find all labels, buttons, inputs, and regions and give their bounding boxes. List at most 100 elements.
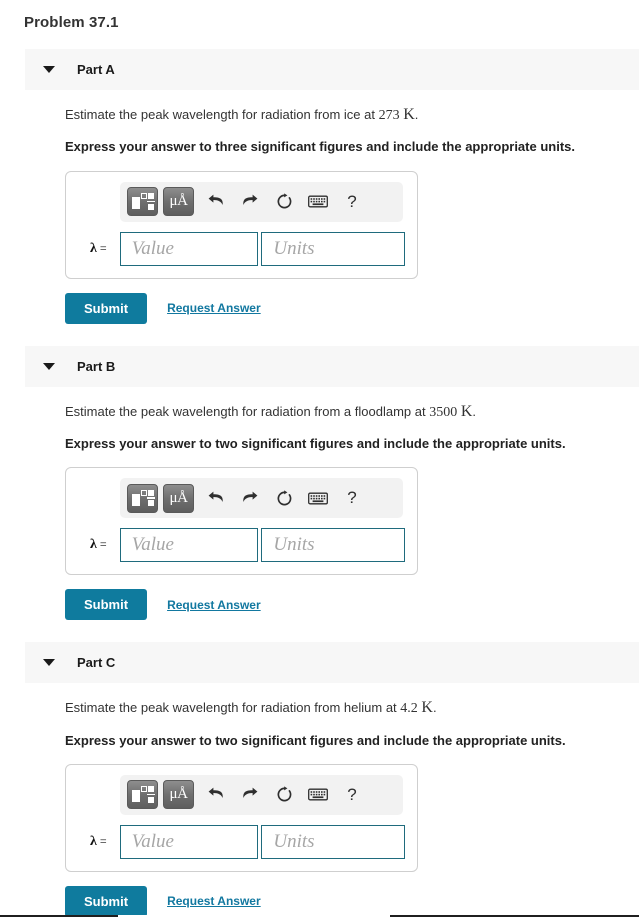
prompt-tail-a: . [414, 107, 419, 122]
reset-button-a[interactable] [267, 193, 301, 210]
answer-box-a: μÅ ? λ = Value Units [65, 170, 418, 279]
micro-angstrom-units-icon: μÅ [169, 193, 188, 210]
undo-button-b[interactable] [199, 491, 233, 506]
request-answer-link-c[interactable]: Request Answer [167, 894, 261, 908]
undo-arrow-icon [208, 491, 223, 502]
submit-row-c: Submit Request Answer [65, 885, 639, 917]
prompt-number-b: 3500 [429, 404, 458, 420]
reset-circular-arrow-icon [277, 786, 291, 802]
undo-arrow-icon [208, 787, 223, 799]
math-template-button-b[interactable] [127, 483, 158, 513]
units-button-a[interactable]: μÅ [163, 187, 194, 217]
units-button-b[interactable]: μÅ [163, 483, 194, 513]
math-toolbar-a: μÅ ? [120, 181, 403, 222]
caret-down-icon[interactable] [43, 659, 55, 667]
math-toolbar-b: μÅ ? [120, 478, 403, 519]
prompt-lead-b: Estimate the peak wavelength for radiati… [65, 403, 430, 419]
page-title: Problem 37.1 [24, 14, 119, 31]
part-instruction-c: Express your answer to two significant f… [65, 732, 566, 748]
part-section-a: Part A Estimate the peak wavelength for … [0, 49, 639, 324]
question-mark-icon: ? [347, 784, 357, 804]
part-prompt-b: Estimate the peak wavelength for radiati… [65, 387, 639, 423]
keyboard-button-c[interactable] [301, 788, 335, 801]
math-template-icon [132, 193, 155, 210]
submit-button-a[interactable]: Submit [65, 292, 148, 324]
part-body-a: Estimate the peak wavelength for radiati… [0, 90, 639, 324]
redo-button-b[interactable] [233, 491, 267, 506]
reset-button-b[interactable] [267, 490, 301, 507]
problem-page: Problem 37.1 Part A Estimate the peak wa… [0, 0, 639, 917]
page-bottom-edge [0, 914, 639, 917]
units-input-c[interactable]: Units [261, 824, 405, 859]
keyboard-button-a[interactable] [301, 195, 335, 208]
redo-arrow-icon [242, 194, 257, 206]
part-body-b: Estimate the peak wavelength for radiati… [0, 387, 639, 621]
units-input-b[interactable]: Units [261, 528, 405, 563]
help-button-a[interactable]: ? [335, 192, 369, 212]
answer-input-row-b: λ = Value Units [78, 528, 405, 563]
answer-input-row-a: λ = Value Units [78, 231, 405, 266]
part-label-a: Part A [77, 62, 115, 77]
submit-button-b[interactable]: Submit [65, 589, 148, 621]
units-placeholder-b: Units [273, 534, 315, 556]
submit-button-c[interactable]: Submit [65, 885, 148, 917]
help-button-c[interactable]: ? [335, 785, 369, 805]
part-prompt-c: Estimate the peak wavelength for radiati… [65, 683, 639, 719]
part-label-b: Part B [77, 358, 116, 374]
units-placeholder-a: Units [273, 237, 315, 259]
part-header-b[interactable]: Part B [25, 345, 639, 387]
units-input-a[interactable]: Units [261, 231, 405, 266]
part-header-a[interactable]: Part A [25, 49, 639, 90]
value-input-c[interactable]: Value [119, 824, 259, 859]
micro-angstrom-units-icon: μÅ [169, 489, 188, 506]
prompt-lead-a: Estimate the peak wavelength for radiati… [65, 107, 379, 122]
prompt-number-a: 273 [378, 108, 400, 123]
value-placeholder-a: Value [131, 237, 174, 259]
units-button-c[interactable]: μÅ [163, 780, 194, 810]
prompt-unit-b: K [460, 402, 473, 420]
submit-row-b: Submit Request Answer [65, 589, 639, 621]
reset-circular-arrow-icon [277, 490, 291, 506]
reset-button-c[interactable] [267, 786, 301, 803]
keyboard-button-b[interactable] [301, 492, 335, 505]
undo-button-a[interactable] [199, 194, 233, 209]
question-mark-icon: ? [347, 191, 357, 211]
redo-button-c[interactable] [233, 787, 267, 802]
help-button-b[interactable]: ? [335, 488, 369, 508]
undo-arrow-icon [208, 194, 223, 206]
value-input-a[interactable]: Value [119, 231, 259, 266]
variable-label-c: λ = [90, 833, 107, 849]
part-instruction-a: Express your answer to three significant… [65, 139, 575, 155]
variable-label-a: λ = [90, 240, 107, 256]
answer-box-b: μÅ ? λ = Value Units [65, 467, 418, 576]
question-mark-icon: ? [347, 488, 357, 508]
caret-down-icon[interactable] [43, 66, 55, 73]
keyboard-icon [308, 492, 328, 505]
undo-button-c[interactable] [199, 787, 233, 802]
caret-down-icon[interactable] [43, 362, 55, 370]
redo-arrow-icon [242, 787, 257, 799]
part-instruction-b: Express your answer to two significant f… [65, 435, 566, 451]
prompt-number-c: 4.2 [400, 701, 418, 717]
math-toolbar-c: μÅ ? [120, 774, 403, 815]
request-answer-link-b[interactable]: Request Answer [167, 598, 261, 612]
math-template-button-a[interactable] [127, 187, 158, 217]
redo-arrow-icon [242, 491, 257, 502]
math-template-icon [132, 489, 155, 507]
submit-row-a: Submit Request Answer [65, 292, 639, 324]
part-section-c: Part C Estimate the peak wavelength for … [0, 642, 639, 917]
value-input-b[interactable]: Value [119, 528, 259, 563]
prompt-tail-c: . [432, 700, 437, 716]
prompt-lead-c: Estimate the peak wavelength for radiati… [65, 700, 401, 716]
request-answer-link-a[interactable]: Request Answer [167, 301, 261, 315]
redo-button-a[interactable] [233, 194, 267, 209]
answer-box-c: μÅ ? λ = Value Units [65, 763, 418, 872]
part-body-c: Estimate the peak wavelength for radiati… [0, 683, 639, 917]
math-template-button-c[interactable] [127, 780, 158, 810]
value-placeholder-b: Value [131, 534, 174, 556]
part-header-c[interactable]: Part C [25, 642, 639, 684]
reset-circular-arrow-icon [277, 193, 291, 209]
